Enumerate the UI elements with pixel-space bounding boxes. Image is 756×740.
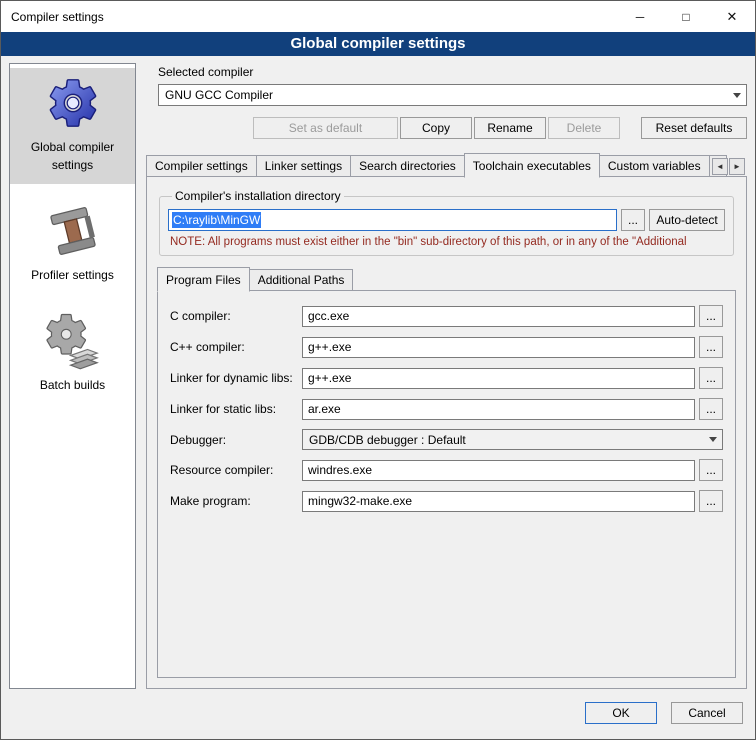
make-program-label: Make program:: [170, 494, 302, 508]
dynamic-linker-input[interactable]: [302, 368, 695, 389]
static-linker-browse-button[interactable]: ...: [699, 398, 723, 420]
tab-search-directories[interactable]: Search directories: [350, 155, 465, 177]
resource-compiler-label: Resource compiler:: [170, 463, 302, 477]
dialog-body: Global compiler settings Profiler settin…: [1, 56, 755, 695]
cpp-compiler-row: C++ compiler: ...: [170, 336, 723, 358]
toolchain-executables-panel: Compiler's installation directory C:\ray…: [146, 176, 747, 689]
clamp-tool-icon: [44, 202, 102, 260]
tab-scroll-right-icon[interactable]: ►: [729, 158, 745, 175]
sidebar-item-label: Batch builds: [40, 378, 105, 392]
settings-category-list: Global compiler settings Profiler settin…: [9, 63, 136, 689]
maximize-icon[interactable]: □: [663, 1, 709, 32]
chevron-down-icon: [728, 85, 746, 105]
compiler-settings-window: Compiler settings ─ □ ✕ Global compiler …: [0, 0, 756, 740]
tab-additional-paths[interactable]: Additional Paths: [249, 269, 354, 291]
resource-compiler-browse-button[interactable]: ...: [699, 459, 723, 481]
close-icon[interactable]: ✕: [709, 1, 755, 32]
dynamic-linker-browse-button[interactable]: ...: [699, 367, 723, 389]
chevron-down-icon: [704, 430, 722, 449]
tab-toolchain-executables[interactable]: Toolchain executables: [464, 153, 600, 178]
tab-scroll-left-icon[interactable]: ◄: [712, 158, 728, 175]
page-title: Global compiler settings: [1, 32, 755, 56]
tab-linker-settings[interactable]: Linker settings: [256, 155, 351, 177]
make-program-row: Make program: ...: [170, 490, 723, 512]
debugger-dropdown[interactable]: GDB/CDB debugger : Default: [302, 429, 723, 450]
static-linker-label: Linker for static libs:: [170, 402, 302, 416]
rename-button[interactable]: Rename: [474, 117, 546, 139]
program-files-tabstrip: Program Files Additional Paths: [157, 267, 736, 291]
titlebar[interactable]: Compiler settings ─ □ ✕: [1, 1, 755, 32]
auto-detect-button[interactable]: Auto-detect: [649, 209, 725, 231]
window-title: Compiler settings: [1, 10, 617, 24]
reset-defaults-button[interactable]: Reset defaults: [641, 117, 747, 139]
tab-custom-variables[interactable]: Custom variables: [599, 155, 710, 177]
program-files-panel: C compiler: ... C++ compiler: ... Linker…: [157, 290, 736, 678]
cpp-compiler-browse-button[interactable]: ...: [699, 336, 723, 358]
installation-directory-group: Compiler's installation directory C:\ray…: [159, 189, 734, 256]
copy-button[interactable]: Copy: [400, 117, 472, 139]
make-program-input[interactable]: [302, 491, 695, 512]
static-linker-input[interactable]: [302, 399, 695, 420]
selected-compiler-label: Selected compiler: [158, 65, 747, 79]
make-program-browse-button[interactable]: ...: [699, 490, 723, 512]
sidebar-item-batch-builds[interactable]: Batch builds: [10, 306, 135, 404]
dynamic-linker-row: Linker for dynamic libs: ...: [170, 367, 723, 389]
debugger-label: Debugger:: [170, 433, 302, 447]
sidebar-item-label: Global compiler settings: [31, 140, 114, 172]
delete-button[interactable]: Delete: [548, 117, 620, 139]
main-content: Selected compiler GNU GCC Compiler Set a…: [146, 63, 747, 689]
dynamic-linker-label: Linker for dynamic libs:: [170, 371, 302, 385]
sidebar-item-profiler-settings[interactable]: Profiler settings: [10, 196, 135, 294]
c-compiler-row: C compiler: ...: [170, 305, 723, 327]
c-compiler-input[interactable]: [302, 306, 695, 327]
installation-directory-value: C:\raylib\MinGW: [172, 212, 261, 228]
resource-compiler-input[interactable]: [302, 460, 695, 481]
compiler-actions: Set as default Copy Rename Delete Reset …: [158, 117, 747, 139]
installation-directory-input[interactable]: C:\raylib\MinGW: [168, 209, 617, 231]
blue-gear-icon: [44, 74, 102, 132]
cpp-compiler-input[interactable]: [302, 337, 695, 358]
ok-button[interactable]: OK: [585, 702, 657, 724]
sidebar-item-label: Profiler settings: [31, 268, 114, 282]
static-linker-row: Linker for static libs: ...: [170, 398, 723, 420]
cancel-button[interactable]: Cancel: [671, 702, 743, 724]
set-as-default-button[interactable]: Set as default: [253, 117, 398, 139]
settings-tabstrip: Compiler settings Linker settings Search…: [146, 153, 747, 177]
tab-program-files[interactable]: Program Files: [157, 267, 250, 292]
dialog-footer: OK Cancel: [1, 695, 755, 739]
resource-compiler-row: Resource compiler: ...: [170, 459, 723, 481]
bin-subdirectory-note: NOTE: All programs must exist either in …: [170, 236, 723, 248]
minimize-icon[interactable]: ─: [617, 1, 663, 32]
debugger-row: Debugger: GDB/CDB debugger : Default: [170, 429, 723, 450]
tab-compiler-settings[interactable]: Compiler settings: [146, 155, 257, 177]
cpp-compiler-label: C++ compiler:: [170, 340, 302, 354]
sidebar-item-global-compiler-settings[interactable]: Global compiler settings: [10, 68, 135, 184]
browse-directory-button[interactable]: ...: [621, 209, 645, 231]
c-compiler-label: C compiler:: [170, 309, 302, 323]
installation-directory-row: C:\raylib\MinGW ... Auto-detect: [168, 209, 725, 231]
window-controls: ─ □ ✕: [617, 1, 755, 32]
tab-scroll-arrows: ◄ ►: [712, 158, 745, 175]
c-compiler-browse-button[interactable]: ...: [699, 305, 723, 327]
gray-gear-stack-icon: [44, 312, 102, 370]
selected-compiler-value: GNU GCC Compiler: [165, 88, 273, 102]
installation-directory-group-title: Compiler's installation directory: [172, 189, 344, 203]
selected-compiler-dropdown[interactable]: GNU GCC Compiler: [158, 84, 747, 106]
debugger-value: GDB/CDB debugger : Default: [309, 433, 466, 447]
